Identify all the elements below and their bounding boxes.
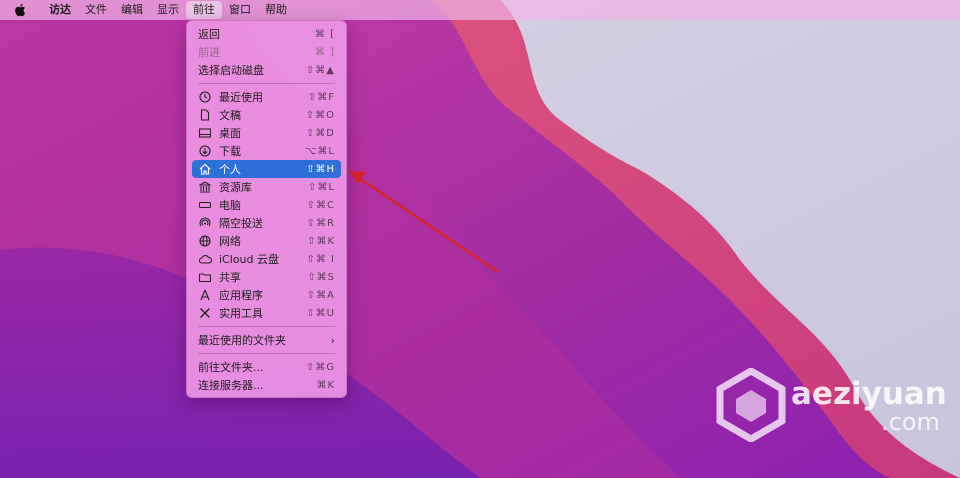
shortcut-label: ⇧⌘K bbox=[307, 235, 335, 247]
menu-item-connect-server[interactable]: 连接服务器... ⌘K bbox=[192, 376, 341, 394]
go-dropdown-menu: 返回 ⌘ [ 前进 ⌘ ] 选择启动磁盘 ⇧⌘▲ 最近使用 ⇧⌘F 文稿 ⇧⌘O… bbox=[186, 20, 347, 398]
menu-item-label: 前进 bbox=[198, 46, 220, 59]
apple-logo-icon[interactable] bbox=[14, 3, 28, 17]
menu-item-recent-folders[interactable]: 最近使用的文件夹 › bbox=[192, 331, 341, 349]
menu-item-label: 实用工具 bbox=[219, 307, 263, 320]
menu-separator bbox=[198, 326, 335, 327]
applications-icon bbox=[198, 288, 212, 302]
shortcut-label: ⇧⌘G bbox=[305, 361, 335, 373]
menu-finder[interactable]: 访达 bbox=[42, 0, 78, 20]
menu-item-airdrop[interactable]: 隔空投送 ⇧⌘R bbox=[192, 214, 341, 232]
home-icon bbox=[198, 162, 212, 176]
menu-item-startup-disk[interactable]: 选择启动磁盘 ⇧⌘▲ bbox=[192, 61, 341, 79]
shortcut-label: ⇧⌘ I bbox=[306, 253, 335, 265]
menu-item-back[interactable]: 返回 ⌘ [ bbox=[192, 25, 341, 43]
menu-item-applications[interactable]: 应用程序 ⇧⌘A bbox=[192, 286, 341, 304]
shortcut-label: ⇧⌘F bbox=[307, 91, 335, 103]
menu-item-computer[interactable]: 电脑 ⇧⌘C bbox=[192, 196, 341, 214]
menu-item-label: 共享 bbox=[219, 271, 241, 284]
menu-item-label: 应用程序 bbox=[219, 289, 263, 302]
shortcut-label: ⌘ ] bbox=[314, 46, 335, 58]
menu-window[interactable]: 窗口 bbox=[222, 0, 258, 20]
watermark-text: aeziyuan bbox=[791, 376, 947, 412]
menu-item-downloads[interactable]: 下载 ⌥⌘L bbox=[192, 142, 341, 160]
menu-item-label: 前往文件夹... bbox=[198, 361, 264, 374]
menu-item-home[interactable]: 个人 ⇧⌘H bbox=[192, 160, 341, 178]
network-icon bbox=[198, 234, 212, 248]
menu-item-desktop[interactable]: 桌面 ⇧⌘D bbox=[192, 124, 341, 142]
menu-bar: 访达 文件 编辑 显示 前往 窗口 帮助 bbox=[0, 0, 960, 20]
shortcut-label: ⇧⌘R bbox=[306, 217, 335, 229]
shortcut-label: ⇧⌘▲ bbox=[305, 64, 335, 76]
menu-item-utilities[interactable]: 实用工具 ⇧⌘U bbox=[192, 304, 341, 322]
menu-item-label: 文稿 bbox=[219, 109, 241, 122]
utilities-icon bbox=[198, 306, 212, 320]
menu-item-recents[interactable]: 最近使用 ⇧⌘F bbox=[192, 88, 341, 106]
menu-edit[interactable]: 编辑 bbox=[114, 0, 150, 20]
shortcut-label: ⇧⌘S bbox=[307, 271, 335, 283]
menu-separator bbox=[198, 83, 335, 84]
menu-item-label: 隔空投送 bbox=[219, 217, 263, 230]
watermark-logo-icon bbox=[716, 366, 786, 444]
shortcut-label: ⇧⌘C bbox=[306, 199, 335, 211]
menu-item-label: 电脑 bbox=[219, 199, 241, 212]
menu-item-label: 个人 bbox=[219, 163, 241, 176]
menu-file[interactable]: 文件 bbox=[78, 0, 114, 20]
menu-item-forward[interactable]: 前进 ⌘ ] bbox=[192, 43, 341, 61]
shortcut-label: ⇧⌘U bbox=[306, 307, 335, 319]
shortcut-label: ⌘ [ bbox=[314, 28, 335, 40]
shared-folder-icon bbox=[198, 270, 212, 284]
menu-item-label: 连接服务器... bbox=[198, 379, 264, 392]
menu-go[interactable]: 前往 bbox=[186, 1, 222, 19]
menu-item-label: 最近使用 bbox=[219, 91, 263, 104]
shortcut-label: ⇧⌘D bbox=[305, 127, 335, 139]
menu-item-go-to-folder[interactable]: 前往文件夹... ⇧⌘G bbox=[192, 358, 341, 376]
menu-item-documents[interactable]: 文稿 ⇧⌘O bbox=[192, 106, 341, 124]
computer-icon bbox=[198, 198, 212, 212]
menu-item-library[interactable]: 资源库 ⇧⌘L bbox=[192, 178, 341, 196]
menu-item-label: 返回 bbox=[198, 28, 220, 41]
menu-help[interactable]: 帮助 bbox=[258, 0, 294, 20]
airdrop-icon bbox=[198, 216, 212, 230]
download-icon bbox=[198, 144, 212, 158]
menu-item-label: 网络 bbox=[219, 235, 241, 248]
desktop-icon bbox=[198, 126, 212, 140]
shortcut-label: ⇧⌘O bbox=[305, 109, 335, 121]
menu-separator bbox=[198, 353, 335, 354]
shortcut-label: ⇧⌘A bbox=[306, 289, 335, 301]
menu-item-label: iCloud 云盘 bbox=[219, 253, 279, 266]
menu-item-label: 资源库 bbox=[219, 181, 252, 194]
library-icon bbox=[198, 180, 212, 194]
watermark-subtext: .com bbox=[881, 408, 940, 436]
shortcut-label: ⌘K bbox=[316, 379, 335, 391]
clock-icon bbox=[198, 90, 212, 104]
menu-item-label: 桌面 bbox=[219, 127, 241, 140]
shortcut-label: ⇧⌘H bbox=[306, 163, 335, 175]
menu-item-label: 选择启动磁盘 bbox=[198, 64, 264, 77]
document-icon bbox=[198, 108, 212, 122]
menu-view[interactable]: 显示 bbox=[150, 0, 186, 20]
chevron-right-icon: › bbox=[330, 333, 335, 347]
shortcut-label: ⌥⌘L bbox=[304, 145, 335, 157]
menu-item-icloud-drive[interactable]: iCloud 云盘 ⇧⌘ I bbox=[192, 250, 341, 268]
menu-item-network[interactable]: 网络 ⇧⌘K bbox=[192, 232, 341, 250]
menu-item-label: 最近使用的文件夹 bbox=[198, 334, 286, 347]
menu-item-label: 下载 bbox=[219, 145, 241, 158]
shortcut-label: ⇧⌘L bbox=[308, 181, 335, 193]
cloud-icon bbox=[198, 252, 212, 266]
menu-item-shared[interactable]: 共享 ⇧⌘S bbox=[192, 268, 341, 286]
watermark: aeziyuan .com bbox=[716, 366, 950, 444]
